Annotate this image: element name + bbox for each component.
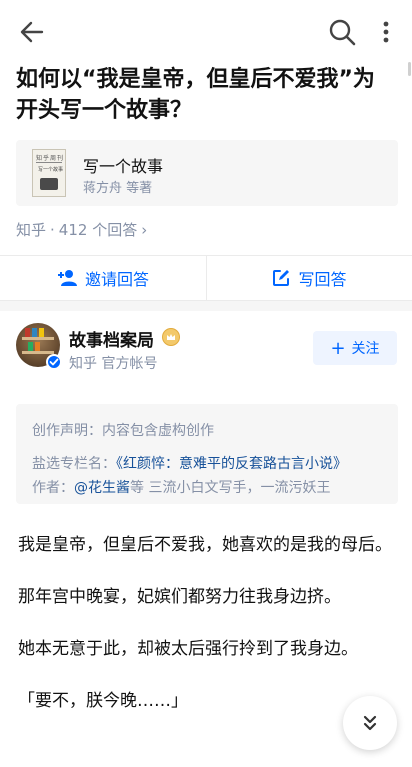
book-author: 蒋方舟 等著 [83,181,153,196]
meta-source: 知乎 [16,221,47,239]
answer-body[interactable]: 我是皇帝，但皇后不爱我，她喜欢的是我的母后。 那年宫中晚宴，妃嫔们都努力往我身边… [18,530,394,738]
book-cover-subtitle: 写一个故事 [38,167,64,173]
more-options-icon[interactable] [374,17,398,47]
chevron-right-icon: › [141,220,148,239]
double-chevron-down-icon [363,715,377,731]
meta-answer-count: 412 个回答 [58,221,138,239]
scroll-down-button[interactable] [343,696,397,750]
crown-badge-icon [162,328,180,346]
book-cover: 知乎周刊 写一个故事 [32,149,66,197]
question-title[interactable]: 如何以“我是皇帝，但皇后不爱我”为开头写一个故事？ [16,64,396,126]
creation-declaration: 创作声明：内容包含虚构创作 [32,423,214,439]
avatar-book [28,342,33,351]
avatar-book [39,328,44,337]
invite-answer-label: 邀请回答 [84,270,149,289]
column-prefix: 盐选专栏名： [32,456,116,472]
notice-author-prefix: 作者： [32,480,74,496]
answer-paragraph: 那年宫中晚宴，妃嫔们都努力往我身边挤。 [18,587,341,607]
add-user-icon [57,270,77,286]
avatar-book [32,328,37,337]
back-arrow-icon[interactable] [18,18,46,46]
book-cover-title: 知乎周刊 [36,155,65,162]
meta-separator: · [50,220,55,239]
write-answer-label: 写回答 [298,270,347,289]
avatar-shelf [22,351,54,354]
section-gap [0,301,412,311]
avatar-book [35,342,40,351]
author-subtitle: 知乎 官方帐号 [69,356,158,372]
answer-paragraph: 我是皇帝，但皇后不爱我，她喜欢的是我的母后。 [18,535,392,555]
write-answer-button[interactable]: 写回答 [207,256,412,300]
answer-paragraph: 「要不，朕今晚……」 [18,691,188,711]
verified-badge-icon [46,354,62,370]
author-line: 作者：@花生酱等 三流小白文写手，一流污妖王 [32,477,330,497]
follow-button[interactable]: + 关注 [313,331,397,365]
avatar-shelf [22,337,54,340]
question-meta[interactable]: 知乎 · 412 个回答 › [16,219,147,240]
plus-icon: + [330,337,346,359]
book-cover-rule [36,162,62,163]
typewriter-icon [40,178,58,190]
scroll-indicator [408,62,411,76]
top-bar [0,0,412,62]
avatar-book [25,328,30,337]
column-link[interactable]: 《红颜悴：意难平的反套路古言小说》 [116,456,347,472]
column-line: 盐选专栏名：《红颜悴：意难平的反套路古言小说》 [32,453,384,473]
notice-author-suffix: 等 三流小白文写手，一流污妖王 [130,480,331,496]
book-card[interactable]: 知乎周刊 写一个故事 写一个故事 蒋方舟 等著 [16,140,398,206]
invite-answer-button[interactable]: 邀请回答 [0,256,206,300]
follow-label: 关注 [351,341,380,357]
notice-author-link[interactable]: @花生酱 [74,480,130,496]
answer-paragraph: 她本无意于此，却被太后强行拎到了我身边。 [18,639,358,659]
author-name[interactable]: 故事档案局 [69,326,154,351]
edit-icon [273,270,290,286]
creation-notice: 创作声明：内容包含虚构创作 盐选专栏名：《红颜悴：意难平的反套路古言小说》 作者… [16,404,398,504]
action-bar: 邀请回答 写回答 [0,255,412,301]
search-icon[interactable] [327,17,357,47]
book-title: 写一个故事 [83,157,164,176]
